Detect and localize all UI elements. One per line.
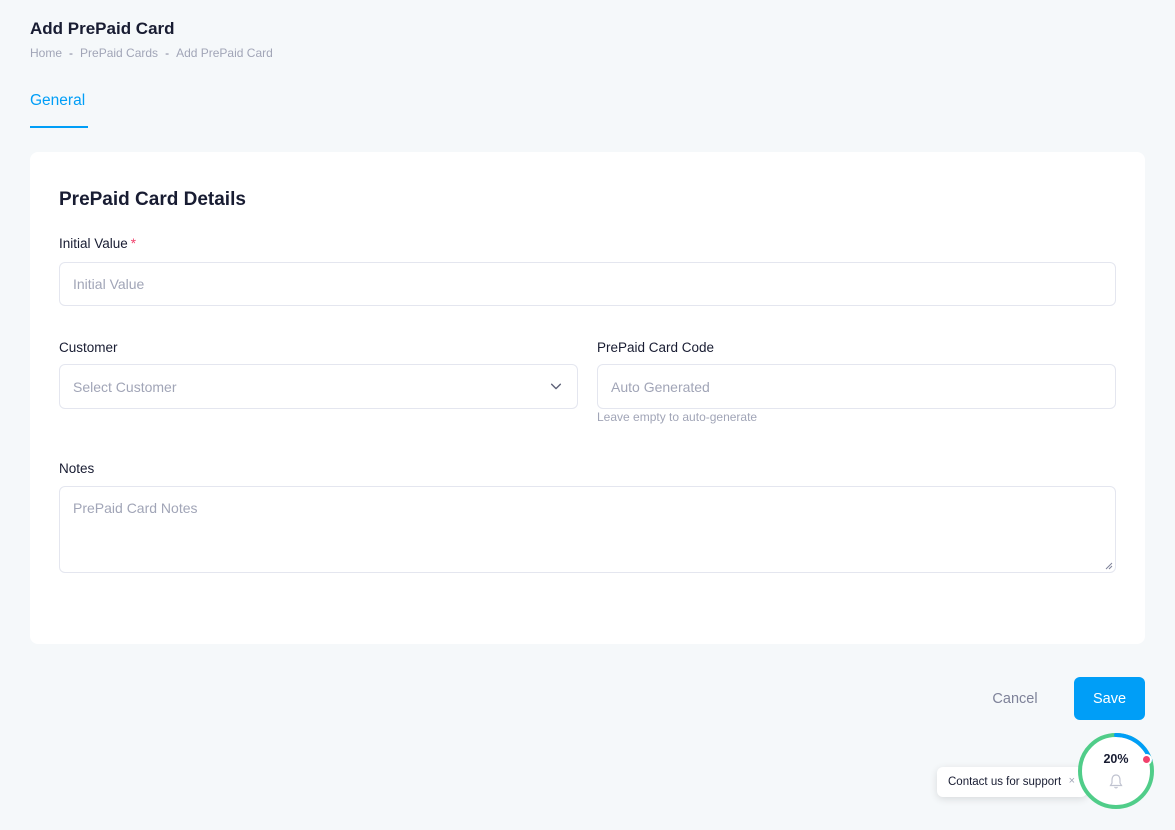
customer-select[interactable]: Select Customer <box>59 364 578 409</box>
breadcrumb-home[interactable]: Home <box>30 46 62 60</box>
initial-value-input[interactable]: Initial Value <box>59 262 1116 306</box>
breadcrumb-current: Add PrePaid Card <box>176 46 273 60</box>
card-code-placeholder: Auto Generated <box>611 378 710 395</box>
customer-label: Customer <box>59 340 118 355</box>
progress-widget[interactable]: 20% <box>1078 733 1158 813</box>
initial-value-placeholder: Initial Value <box>73 276 145 292</box>
bell-icon <box>1109 774 1123 789</box>
progress-ring-inner <box>1083 738 1149 804</box>
tab-general[interactable]: General <box>30 90 88 128</box>
contact-support-button[interactable]: Contact us for support × <box>937 767 1087 797</box>
support-label: Contact us for support <box>948 776 1062 788</box>
notes-placeholder: PrePaid Card Notes <box>73 500 198 516</box>
support-close-icon[interactable]: × <box>1069 775 1075 787</box>
cancel-button[interactable]: Cancel <box>972 677 1058 720</box>
card-code-hint: Leave empty to auto-generate <box>597 410 758 424</box>
breadcrumb-separator: - <box>165 46 170 60</box>
required-mark: * <box>130 236 137 251</box>
initial-value-label-text: Initial Value <box>59 236 128 251</box>
page: Add PrePaid Card Home - PrePaid Cards - … <box>0 0 1175 830</box>
notes-label: Notes <box>59 461 95 476</box>
card-code-label: PrePaid Card Code <box>597 340 715 355</box>
card-title: PrePaid Card Details <box>59 189 246 210</box>
card-code-input[interactable]: Auto Generated <box>597 364 1116 409</box>
breadcrumb-prepaid-cards[interactable]: PrePaid Cards <box>80 46 158 60</box>
prepaid-card-details-card: PrePaid Card Details Initial Value * Init… <box>30 152 1145 644</box>
save-button[interactable]: Save <box>1074 677 1145 720</box>
initial-value-label: Initial Value * <box>59 236 136 251</box>
chevron-down-icon <box>550 383 562 390</box>
breadcrumb-separator: - <box>69 46 74 60</box>
customer-placeholder: Select Customer <box>73 378 177 395</box>
notification-dot <box>1141 754 1152 765</box>
resize-handle-icon[interactable] <box>1104 561 1113 570</box>
notes-textarea[interactable]: PrePaid Card Notes <box>59 486 1116 573</box>
breadcrumb: Home - PrePaid Cards - Add PrePaid Card <box>30 46 273 60</box>
page-title: Add PrePaid Card <box>30 19 175 38</box>
tab-bar: General <box>30 90 88 128</box>
